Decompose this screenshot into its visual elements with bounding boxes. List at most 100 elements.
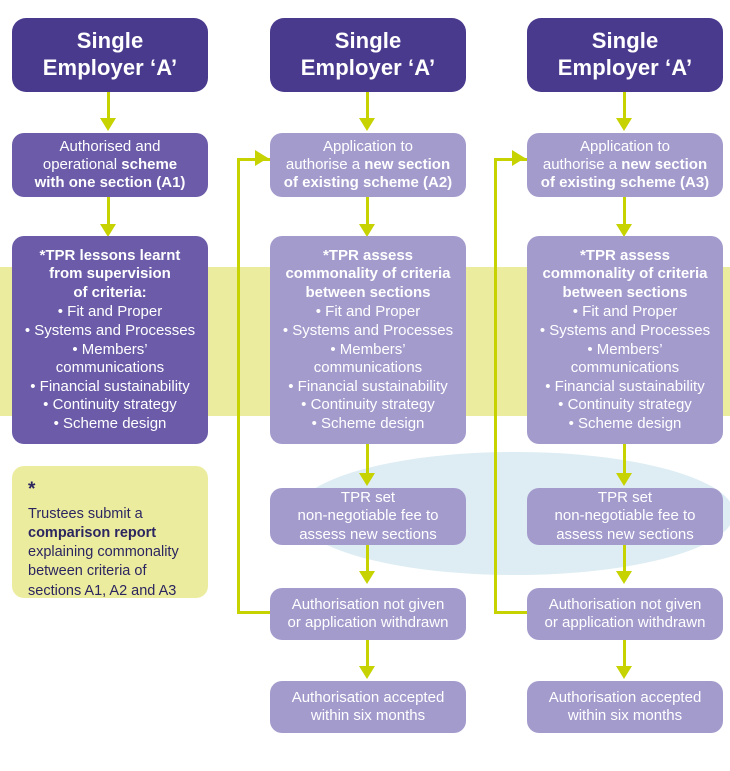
column-a3-criteria-box: *TPR assess commonality of criteria betw… <box>527 236 723 444</box>
a3-fee-line2: non-negotiable fee to <box>554 507 696 525</box>
a3-criteria-bullet-4: • Financial sustainability <box>545 377 705 395</box>
a3-application-line2-plain: authorise a <box>542 155 622 173</box>
a1-status-line2-plain: operational <box>42 155 122 173</box>
note-line-3: explaining commonality <box>28 544 179 561</box>
a2-arrow-header-to-application <box>359 118 375 131</box>
a1-criteria-head-3: of criteria: <box>73 283 147 301</box>
column-a3-application-box: Application to authorise a new section o… <box>527 133 723 197</box>
a1-status-line3: with one section (A1) <box>35 174 186 192</box>
a2-criteria-bullet-3: communications <box>313 359 423 377</box>
a1-status-line2: operational scheme <box>43 156 177 174</box>
a3-criteria-bullet-2: • Members’ <box>587 340 663 358</box>
column-a2-accepted-box: Authorisation accepted within six months <box>270 681 466 733</box>
a3-fee-line3: assess new sections <box>556 525 694 543</box>
a3-application-line3: of existing scheme (A3) <box>541 174 709 192</box>
a2-criteria-bullet-5: • Continuity strategy <box>301 396 435 414</box>
a2-criteria-bullets: • Fit and Proper • Systems and Processes… <box>283 303 453 433</box>
a2-fee-line3: assess new sections <box>299 525 437 543</box>
a2-criteria-bullet-2: • Members’ <box>330 340 406 358</box>
a3-accepted-line2: within six months <box>567 707 683 724</box>
a1-criteria-bullet-2: • Members’ <box>72 340 148 358</box>
a2-accepted-line2: within six months <box>310 707 426 724</box>
a3-criteria-bullet-5: • Continuity strategy <box>558 396 692 414</box>
column-a2-fee-box: TPR set non-negotiable fee to assess new… <box>270 488 466 545</box>
a2-application-line2-bold: new section <box>364 155 451 173</box>
a3-criteria-bullet-0: • Fit and Proper <box>572 303 678 321</box>
column-a1-status-box: Authorised and operational scheme with o… <box>12 133 208 197</box>
a2-notgiven-line2: or application withdrawn <box>287 614 449 631</box>
a2-application-line3-bold: of existing scheme (A2) <box>283 174 453 192</box>
a2-arrow-fee-to-notgiven <box>359 571 375 584</box>
a2-accepted-line1: Authorisation accepted <box>291 688 445 706</box>
a2-criteria-bullet-4: • Financial sustainability <box>288 377 448 395</box>
a2-fee-line2: non-negotiable fee to <box>297 507 439 525</box>
column-a3-fee-box: TPR set non-negotiable fee to assess new… <box>527 488 723 545</box>
a1-criteria-bullet-0: • Fit and Proper <box>57 303 163 321</box>
column-a2-application-box: Application to authorise a new section o… <box>270 133 466 197</box>
a2-criteria-bullet-1: • Systems and Processes <box>282 321 454 339</box>
a3-arrow-fee-to-notgiven <box>616 571 632 584</box>
a2-arrow-criteria-to-fee <box>359 473 375 486</box>
a2-application-line1: Application to <box>322 137 414 155</box>
a2-application-line2: authorise a new section <box>286 156 450 174</box>
column-a2-header-line1: Single <box>334 28 402 54</box>
column-a1-header-line1: Single <box>76 28 144 54</box>
a2-criteria-bullet-6: • Scheme design <box>311 414 425 432</box>
a1-criteria-head-2: from supervision <box>49 265 171 283</box>
column-a2-criteria-box: *TPR assess commonality of criteria betw… <box>270 236 466 444</box>
a3-criteria-bullets: • Fit and Proper • Systems and Processes… <box>540 303 710 433</box>
a2-notgiven-line1: Authorisation not given <box>291 595 445 613</box>
a2-feedback-loop-arrowhead <box>255 150 268 166</box>
a2-feedback-loop-path <box>237 158 270 614</box>
a3-application-line3-bold: of existing scheme (A3) <box>540 174 710 192</box>
a1-criteria-bullet-5: • Continuity strategy <box>43 396 177 414</box>
a3-arrow-header-to-application <box>616 118 632 131</box>
column-a2-not-given-box: Authorisation not given or application w… <box>270 588 466 640</box>
a2-application-line2-plain: authorise a <box>285 155 365 173</box>
a3-notgiven-line1: Authorisation not given <box>548 595 702 613</box>
note-line-5: sections A1, A2 and A3 <box>28 582 177 599</box>
a3-criteria-head-1: *TPR assess <box>579 246 671 264</box>
column-a1-criteria-box: *TPR lessons learnt from supervision of … <box>12 236 208 444</box>
a2-arrow-notgiven-to-accepted <box>359 666 375 679</box>
a1-criteria-head-1: *TPR lessons learnt <box>39 246 181 264</box>
a1-arrow-header-to-status <box>100 118 116 131</box>
a3-fee-line1: TPR set <box>597 489 653 507</box>
a3-application-line1: Application to <box>579 137 671 155</box>
a2-criteria-head-3: between sections <box>305 283 431 301</box>
a3-arrow-notgiven-to-accepted <box>616 666 632 679</box>
a3-criteria-head-2: commonality of criteria <box>542 265 708 283</box>
a1-status-line2-bold: scheme <box>121 155 178 173</box>
a3-criteria-bullet-3: communications <box>570 359 680 377</box>
a2-application-line3: of existing scheme (A2) <box>284 174 452 192</box>
note-bold-phrase: comparison report <box>28 525 157 542</box>
column-a2-header: Single Employer ‘A’ <box>270 18 466 92</box>
a2-criteria-head-2: commonality of criteria <box>285 265 451 283</box>
a3-accepted-line1: Authorisation accepted <box>548 688 702 706</box>
column-a3-header: Single Employer ‘A’ <box>527 18 723 92</box>
a3-application-line2: authorise a new section <box>543 156 707 174</box>
a3-application-line2-bold: new section <box>621 155 708 173</box>
a3-criteria-head-3: between sections <box>562 283 688 301</box>
a3-arrow-criteria-to-fee <box>616 473 632 486</box>
a2-criteria-bullet-0: • Fit and Proper <box>315 303 421 321</box>
a2-criteria-head-1: *TPR assess <box>322 246 414 264</box>
flowchart-canvas: Single Employer ‘A’ Authorised and opera… <box>0 0 730 771</box>
a1-criteria-bullet-1: • Systems and Processes <box>24 321 196 339</box>
column-a3-not-given-box: Authorisation not given or application w… <box>527 588 723 640</box>
comparison-report-note: * Trustees submit a comparison report ex… <box>12 466 208 599</box>
column-a2-header-line2: Employer ‘A’ <box>300 55 436 80</box>
column-a3-accepted-box: Authorisation accepted within six months <box>527 681 723 733</box>
a2-fee-line1: TPR set <box>340 489 396 507</box>
a1-status-line1: Authorised and <box>59 137 161 155</box>
a3-feedback-loop-path <box>494 158 527 614</box>
a1-criteria-bullet-3: communications <box>55 359 165 377</box>
column-a3-header-line2: Employer ‘A’ <box>557 55 693 80</box>
note-line-4: between criteria of <box>28 563 147 580</box>
a1-criteria-bullets: • Fit and Proper • Systems and Processes… <box>25 303 195 433</box>
column-a3-header-line1: Single <box>591 28 659 54</box>
a1-status-line3-bold: with one section (A1) <box>34 174 186 192</box>
a3-criteria-bullet-1: • Systems and Processes <box>539 321 711 339</box>
column-a1-header-line2: Employer ‘A’ <box>42 55 178 80</box>
a1-criteria-bullet-4: • Financial sustainability <box>30 377 190 395</box>
